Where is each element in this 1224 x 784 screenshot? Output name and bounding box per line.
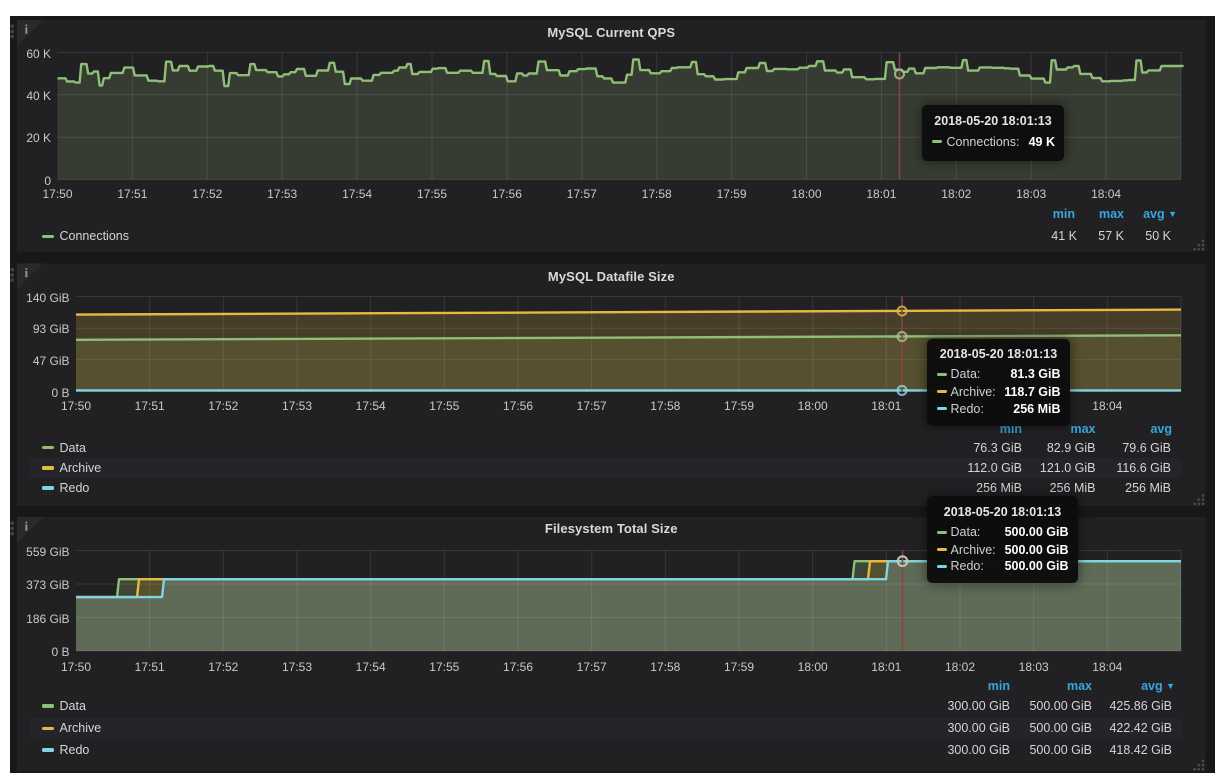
svg-text:i: i [25, 22, 29, 37]
svg-text:i: i [25, 519, 29, 534]
svg-text:i: i [25, 265, 29, 280]
